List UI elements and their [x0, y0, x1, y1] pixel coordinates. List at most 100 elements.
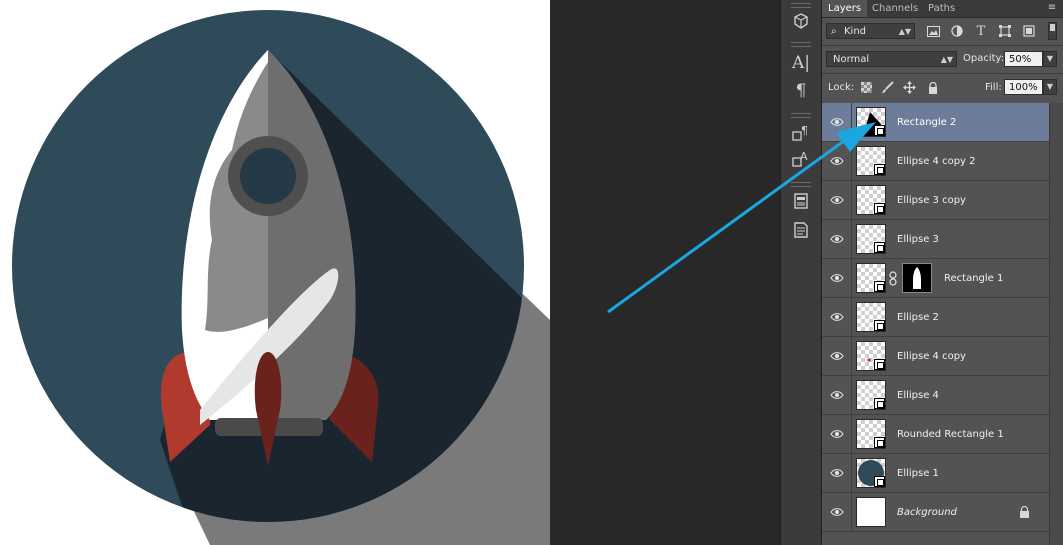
blend-mode-value: Normal	[833, 54, 870, 65]
layer-row-ellipse-3[interactable]: Ellipse 3	[822, 220, 1049, 259]
paragraph-styles-icon[interactable]: A	[789, 148, 813, 170]
info-icon[interactable]	[789, 219, 813, 241]
layer-name[interactable]: Ellipse 4	[897, 376, 939, 415]
3d-icon[interactable]	[789, 10, 813, 32]
vector-shape-badge-icon	[874, 242, 885, 253]
layer-name[interactable]: Rounded Rectangle 1	[897, 415, 1004, 454]
toolstrip-grip[interactable]	[791, 182, 811, 187]
eye-icon[interactable]	[830, 272, 844, 284]
layer-name[interactable]: Ellipse 4 copy	[897, 337, 966, 376]
layer-name[interactable]: Rectangle 1	[944, 259, 1003, 298]
opacity-slider-button[interactable]: ▼	[1043, 51, 1057, 67]
vector-shape-badge-icon	[874, 125, 885, 136]
filter-toggle-switch[interactable]	[1048, 22, 1057, 40]
layer-mask-thumbnail[interactable]	[902, 263, 932, 293]
layers-scrollbar[interactable]	[1049, 103, 1063, 545]
notes-icon[interactable]	[789, 190, 813, 212]
eye-icon[interactable]	[830, 155, 844, 167]
eye-icon[interactable]	[830, 467, 844, 479]
opacity-input[interactable]: 50%	[1004, 51, 1043, 67]
layer-name[interactable]: Ellipse 4 copy 2	[897, 142, 976, 181]
panel-menu-icon[interactable]: ≡	[1045, 2, 1059, 14]
character-icon[interactable]: A|	[789, 52, 813, 74]
layer-row-ellipse-2[interactable]: Ellipse 2	[822, 298, 1049, 337]
divider	[851, 376, 852, 415]
layer-thumbnail[interactable]	[856, 263, 886, 293]
layer-name[interactable]: Ellipse 2	[897, 298, 939, 337]
layer-thumbnail[interactable]	[856, 458, 886, 488]
smart-object-filter-icon[interactable]	[1022, 24, 1036, 38]
layer-name[interactable]: Ellipse 3 copy	[897, 181, 966, 220]
layer-name[interactable]: Ellipse 1	[897, 454, 939, 493]
brush-lock-icon[interactable]	[881, 81, 894, 94]
toolstrip-grip[interactable]	[791, 42, 811, 47]
eye-icon[interactable]	[830, 194, 844, 206]
opacity-value: 50%	[1009, 54, 1032, 65]
divider	[822, 45, 1063, 46]
layer-thumbnail[interactable]	[856, 107, 886, 137]
layer-row-rectangle-2[interactable]: Rectangle 2	[822, 103, 1049, 142]
eye-icon[interactable]	[830, 350, 844, 362]
layer-thumbnail[interactable]	[856, 302, 886, 332]
lock-all-icon[interactable]	[926, 81, 939, 94]
document-canvas[interactable]	[0, 0, 550, 545]
lock-transparent-pixels-icon[interactable]	[860, 81, 873, 94]
layer-row-ellipse-4-copy-2[interactable]: Ellipse 4 copy 2	[822, 142, 1049, 181]
shape-filter-icon[interactable]	[998, 24, 1012, 38]
layer-thumbnail[interactable]	[856, 497, 886, 527]
divider	[851, 103, 852, 142]
eye-icon[interactable]	[830, 233, 844, 245]
pixel-filter-icon[interactable]	[926, 24, 940, 38]
layer-name[interactable]: Ellipse 3	[897, 220, 939, 259]
divider	[851, 259, 852, 298]
window-glass	[240, 148, 296, 204]
vector-shape-badge-icon	[874, 398, 885, 409]
layer-thumbnail[interactable]	[856, 224, 886, 254]
vector-shape-badge-icon	[874, 476, 885, 487]
divider	[851, 337, 852, 376]
layer-row-ellipse-3-copy[interactable]: Ellipse 3 copy	[822, 181, 1049, 220]
filter-type-select[interactable]: ⌕ Kind ▲▼	[826, 23, 915, 39]
eye-icon[interactable]	[830, 116, 844, 128]
layer-row-background[interactable]: Background	[822, 493, 1049, 532]
move-lock-icon[interactable]	[903, 81, 916, 94]
layer-row-ellipse-4-copy[interactable]: Ellipse 4 copy	[822, 337, 1049, 376]
fill-value: 100%	[1009, 82, 1038, 93]
layer-thumbnail[interactable]	[856, 185, 886, 215]
tab-channels[interactable]: Channels	[866, 0, 924, 17]
layers-list: Rectangle 2 Ellipse 4 copy 2 Ellipse 3 c…	[822, 103, 1049, 545]
layer-thumbnail[interactable]	[856, 380, 886, 410]
divider	[851, 298, 852, 337]
layer-thumbnail[interactable]	[856, 341, 886, 371]
paragraph-icon[interactable]: ¶	[789, 80, 813, 102]
search-icon: ⌕	[831, 26, 837, 37]
fill-slider-button[interactable]: ▼	[1043, 79, 1057, 95]
eye-icon[interactable]	[830, 428, 844, 440]
layer-name[interactable]: Rectangle 2	[897, 103, 956, 142]
layer-row-rounded-rectangle-1[interactable]: Rounded Rectangle 1	[822, 415, 1049, 454]
toolstrip-grip[interactable]	[791, 3, 811, 8]
layer-row-ellipse-4[interactable]: Ellipse 4	[822, 376, 1049, 415]
layer-thumbnail[interactable]	[856, 419, 886, 449]
toolstrip-grip[interactable]	[791, 113, 811, 118]
blend-mode-select[interactable]: Normal ▲▼	[826, 51, 957, 67]
character-styles-icon[interactable]: ¶	[789, 122, 813, 144]
svg-text:A: A	[800, 150, 808, 163]
type-filter-icon[interactable]: T	[974, 24, 988, 39]
eye-icon[interactable]	[830, 389, 844, 401]
tab-paths[interactable]: Paths	[922, 0, 961, 17]
layer-name[interactable]: Background	[897, 493, 957, 532]
eye-icon[interactable]	[830, 506, 844, 518]
rocket-illustration	[12, 10, 550, 545]
workspace-background	[550, 0, 780, 545]
fill-input[interactable]: 100%	[1004, 79, 1043, 95]
layer-thumbnail[interactable]	[856, 146, 886, 176]
tab-layers[interactable]: Layers	[822, 0, 868, 17]
adjustment-filter-icon[interactable]	[950, 24, 964, 38]
chevron-updown-icon: ▲▼	[898, 27, 911, 36]
layer-row-ellipse-1[interactable]: Ellipse 1	[822, 454, 1049, 493]
layer-row-rectangle-1[interactable]: Rectangle 1	[822, 259, 1049, 298]
mask-link-icon[interactable]	[889, 271, 897, 286]
eye-icon[interactable]	[830, 311, 844, 323]
vector-shape-badge-icon	[874, 359, 885, 370]
